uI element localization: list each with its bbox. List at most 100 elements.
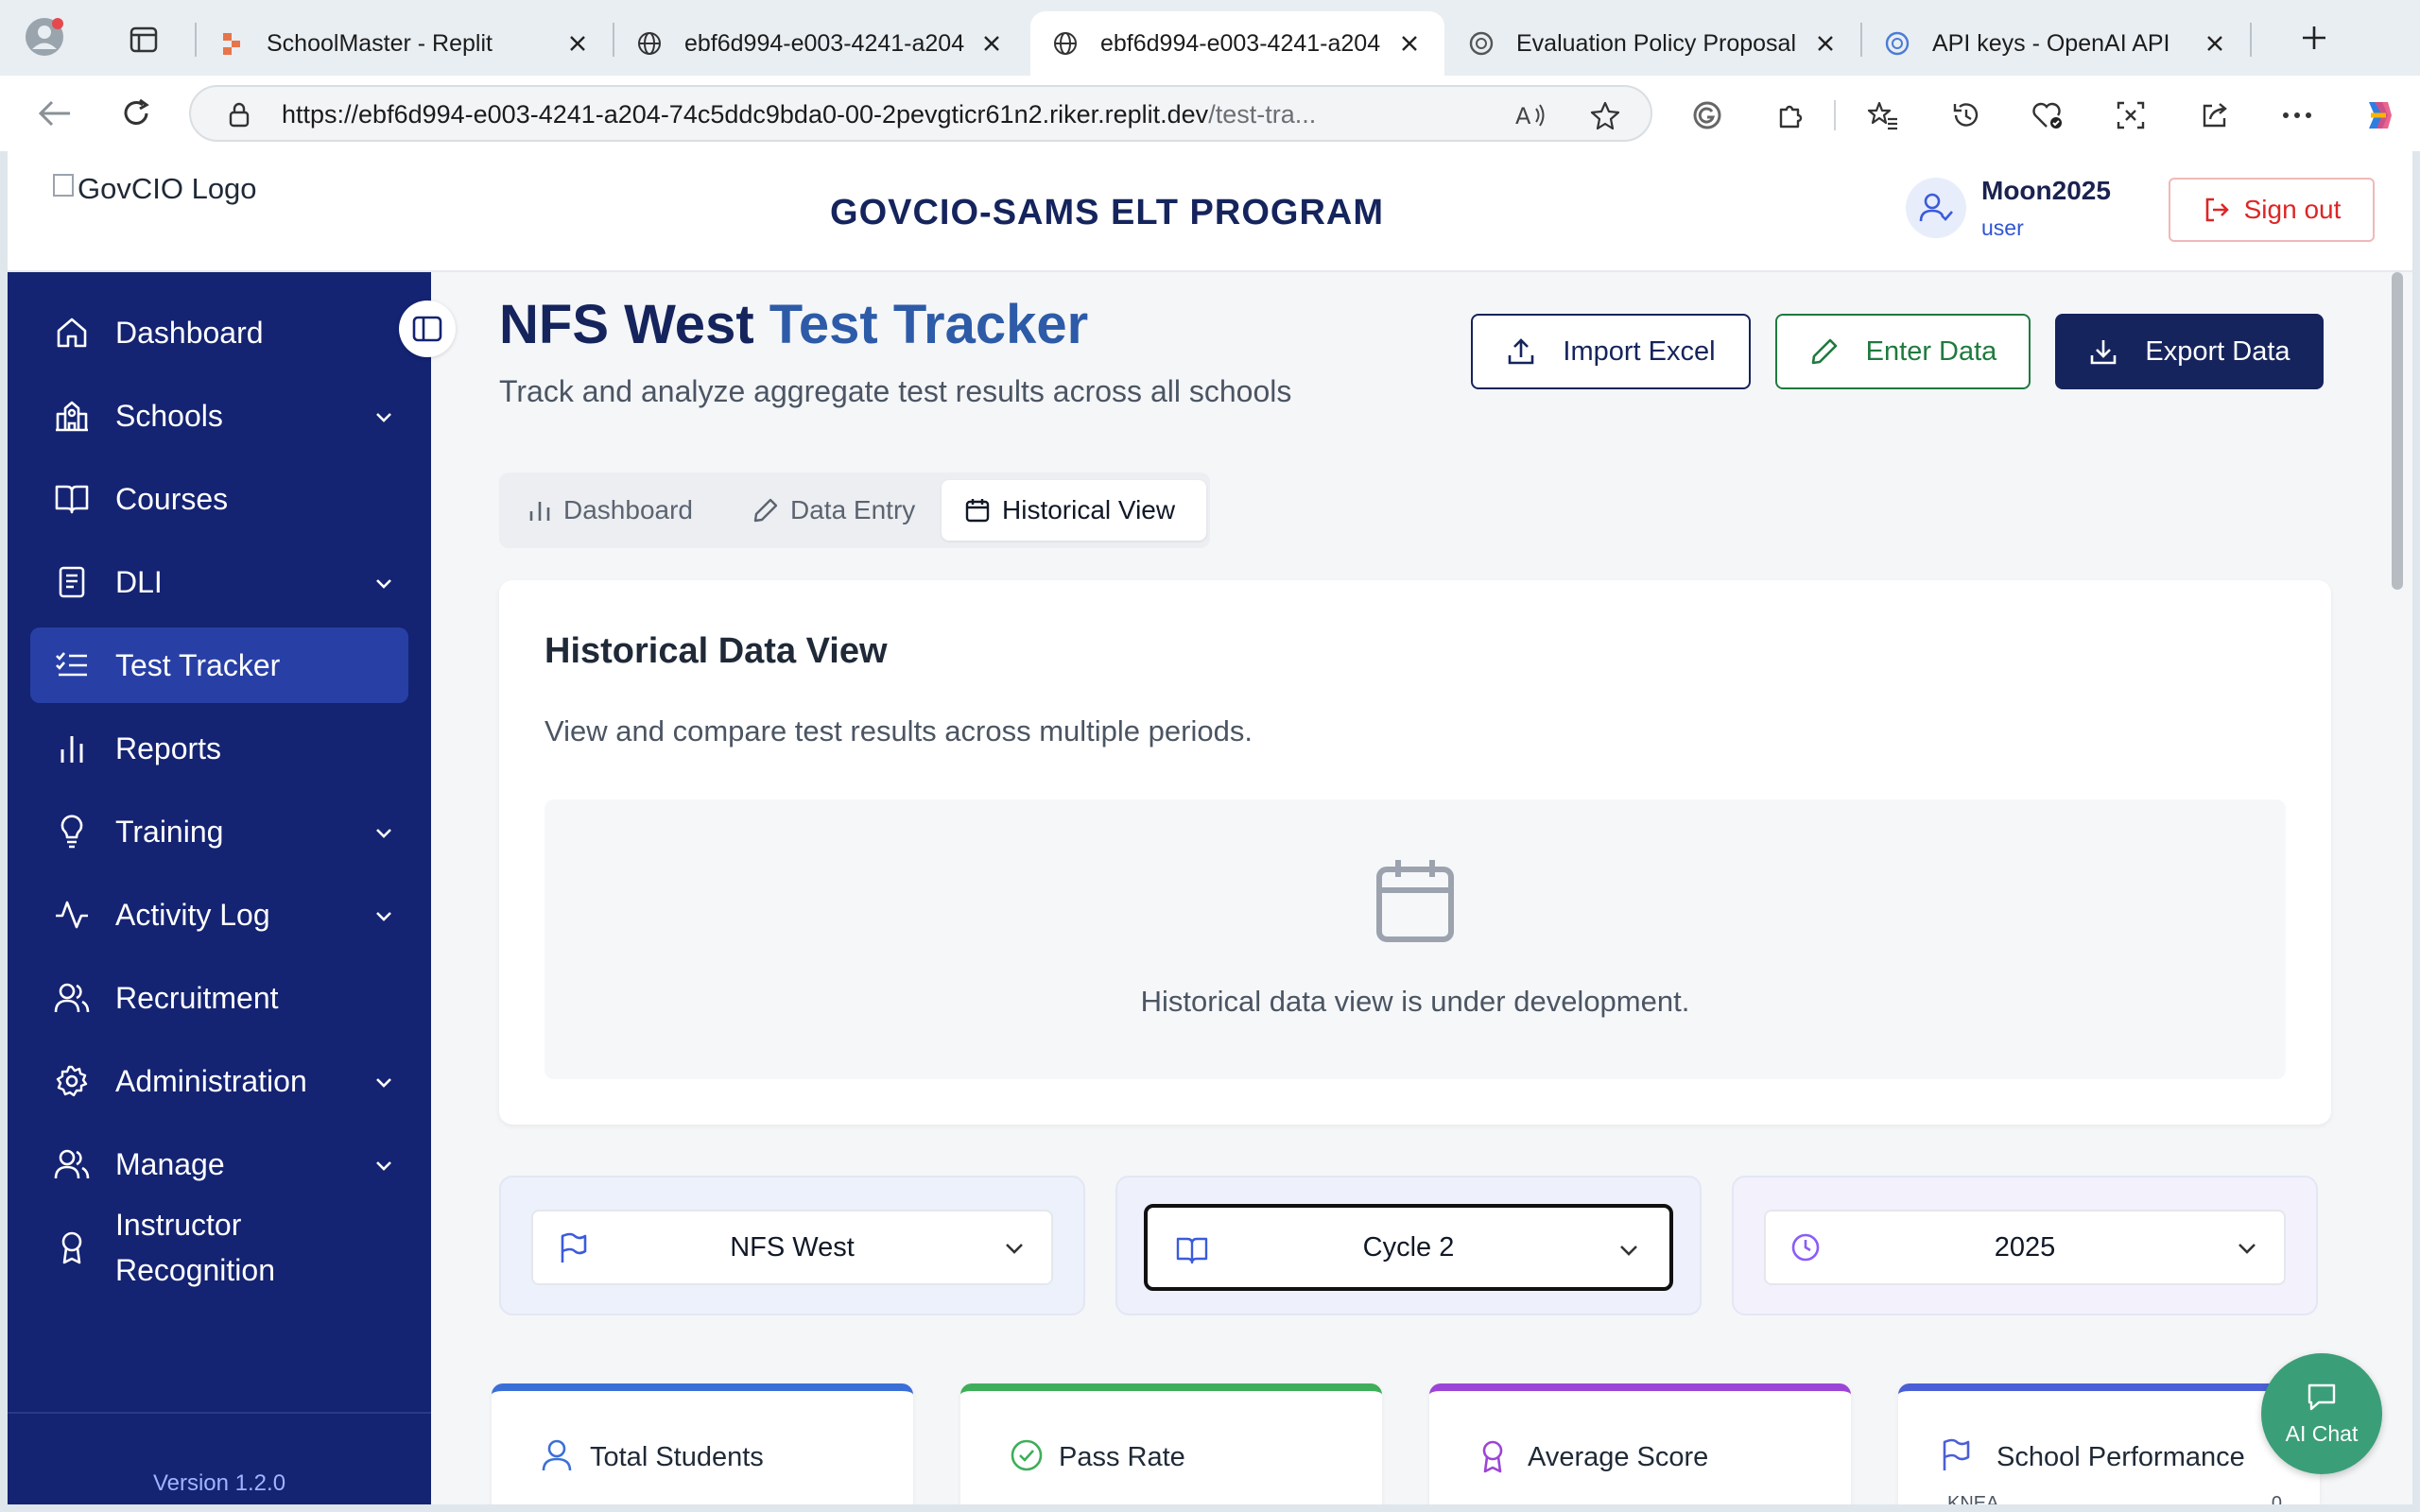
enter-data-button[interactable]: Enter Data xyxy=(1775,314,2031,389)
clock-icon xyxy=(1790,1232,1821,1267)
close-icon[interactable] xyxy=(2201,29,2229,58)
tab-title: ebf6d994-e003-4241-a204 xyxy=(684,29,965,57)
chevron-down-icon[interactable] xyxy=(372,900,395,935)
more-menu-icon[interactable] xyxy=(2278,96,2316,134)
sidebar-item-reports[interactable]: Reports xyxy=(30,711,408,786)
stat-sub-value: 0 xyxy=(2271,1493,2282,1504)
browser-essentials-icon[interactable] xyxy=(2029,96,2066,134)
year-select[interactable]: 2025 xyxy=(1764,1210,2286,1285)
browser-tabbar: SchoolMaster - Replit ebf6d994-e003-4241… xyxy=(0,0,2420,76)
sidebar-item-dashboard[interactable]: Dashboard xyxy=(30,295,408,370)
chevron-down-icon[interactable] xyxy=(372,1149,395,1184)
address-bar[interactable]: https://ebf6d994-e003-4241-a204-74c5ddc9… xyxy=(189,85,1652,142)
browser-tab[interactable]: API keys - OpenAI API xyxy=(1862,11,2250,76)
svg-text:A: A xyxy=(1515,103,1531,129)
chevron-down-icon[interactable] xyxy=(372,401,395,436)
card-description: View and compare test results across mul… xyxy=(544,714,1253,747)
browser-tab[interactable]: ebf6d994-e003-4241-a204 xyxy=(614,11,1027,76)
stat-label: Average Score xyxy=(1528,1442,1709,1472)
share-icon[interactable] xyxy=(2195,96,2233,134)
new-tab-icon[interactable] xyxy=(2295,19,2333,57)
sidebar-item-activity-log[interactable]: Activity Log xyxy=(30,877,408,953)
scrollbar-thumb[interactable] xyxy=(2392,272,2403,590)
year-select-value: 2025 xyxy=(1994,1231,2056,1263)
close-icon[interactable] xyxy=(563,29,592,58)
sidebar-divider xyxy=(8,1412,431,1414)
stat-card-school-performance: School Performance KNEA 0 xyxy=(1898,1383,2320,1504)
copilot-icon[interactable] xyxy=(2358,94,2399,136)
browser-tab-active[interactable]: ebf6d994-e003-4241-a204 xyxy=(1030,11,1444,76)
sidebar-item-label: Dashboard xyxy=(115,315,264,350)
import-excel-label: Import Excel xyxy=(1563,335,1716,367)
ai-chat-label: AI Chat xyxy=(2285,1420,2359,1446)
sidebar-item-schools[interactable]: Schools xyxy=(30,378,408,454)
close-icon[interactable] xyxy=(977,29,1006,58)
book-open-icon xyxy=(53,480,91,518)
favorites-icon[interactable] xyxy=(1864,96,1902,134)
close-icon[interactable] xyxy=(1395,29,1424,58)
sidebar-item-label: Instructor Recognition xyxy=(115,1208,275,1287)
reload-icon[interactable] xyxy=(115,93,157,134)
school-icon xyxy=(53,397,91,435)
history-icon[interactable] xyxy=(1947,96,1985,134)
browser-tab[interactable]: Evaluation Policy Proposal xyxy=(1446,11,1860,76)
grammarly-icon[interactable] xyxy=(1688,96,1726,134)
close-icon[interactable] xyxy=(1811,29,1840,58)
sidebar-item-training[interactable]: Training xyxy=(30,794,408,869)
sidebar-item-test-tracker[interactable]: Test Tracker xyxy=(30,627,408,703)
chevron-down-icon[interactable] xyxy=(372,1066,395,1101)
import-excel-button[interactable]: Import Excel xyxy=(1471,314,1751,389)
extensions-icon[interactable] xyxy=(1772,96,1809,134)
activity-icon xyxy=(53,896,91,934)
browser-tab[interactable]: SchoolMaster - Replit xyxy=(197,11,613,76)
user-avatar[interactable] xyxy=(1906,178,1966,238)
stat-card-pass-rate: Pass Rate xyxy=(960,1383,1382,1504)
award-icon xyxy=(53,1228,91,1266)
cycle-select[interactable]: Cycle 2 xyxy=(1144,1204,1673,1291)
back-arrow-icon[interactable] xyxy=(34,93,76,134)
sidebar-item-courses[interactable]: Courses xyxy=(30,461,408,537)
sidebar-item-label: DLI xyxy=(115,564,163,599)
school-filter-panel: NFS West xyxy=(499,1176,1085,1315)
sidebar-item-label: Courses xyxy=(115,481,229,516)
log-out-icon xyxy=(2205,198,2229,222)
stat-sub-label: KNEA xyxy=(1947,1493,1999,1504)
flag-icon xyxy=(558,1232,588,1269)
globe-icon xyxy=(635,29,664,58)
stat-label: School Performance xyxy=(1996,1442,2245,1472)
pencil-icon xyxy=(1811,338,1837,365)
tab-dashboard[interactable]: Dashboard xyxy=(505,480,728,541)
year-filter-panel: 2025 xyxy=(1732,1176,2318,1315)
ai-chat-button[interactable]: AI Chat xyxy=(2261,1353,2382,1474)
tab-data-entry[interactable]: Data Entry xyxy=(730,480,949,541)
chevron-down-icon xyxy=(1616,1238,1641,1267)
tab-historical-view[interactable]: Historical View xyxy=(942,480,1206,541)
sidebar-item-label: Test Tracker xyxy=(115,647,281,682)
card-title: Historical Data View xyxy=(544,631,888,671)
sidebar-item-instructor-recognition[interactable]: Instructor Recognition xyxy=(30,1200,408,1295)
read-aloud-icon[interactable]: A xyxy=(1514,98,1548,132)
chevron-down-icon[interactable] xyxy=(372,567,395,602)
favorite-star-icon[interactable] xyxy=(1588,98,1622,132)
toolbar-divider xyxy=(1834,100,1836,130)
chevron-down-icon[interactable] xyxy=(372,816,395,851)
screenshot-icon[interactable] xyxy=(2112,96,2150,134)
lock-icon[interactable] xyxy=(225,100,253,129)
sidebar-item-manage[interactable]: Manage xyxy=(30,1126,408,1202)
sidebar: Dashboard Schools Courses DLI Test Track… xyxy=(8,272,431,1504)
export-data-label: Export Data xyxy=(2145,335,2290,367)
sidebar-item-recruitment[interactable]: Recruitment xyxy=(30,960,408,1036)
sign-out-button[interactable]: Sign out xyxy=(2169,178,2375,242)
tab-label: Historical View xyxy=(1002,495,1176,524)
stat-label: Pass Rate xyxy=(1059,1442,1185,1472)
book-open-icon xyxy=(1176,1236,1208,1269)
school-select-value: NFS West xyxy=(730,1231,855,1263)
sidebar-item-administration[interactable]: Administration xyxy=(30,1043,408,1119)
school-select[interactable]: NFS West xyxy=(531,1210,1053,1285)
book-icon xyxy=(53,563,91,601)
export-data-button[interactable]: Export Data xyxy=(2055,314,2324,389)
profile-avatar-icon[interactable] xyxy=(21,13,68,60)
award-icon xyxy=(1478,1438,1507,1479)
vertical-tabs-icon[interactable] xyxy=(125,21,163,59)
sidebar-item-dli[interactable]: DLI xyxy=(30,544,408,620)
